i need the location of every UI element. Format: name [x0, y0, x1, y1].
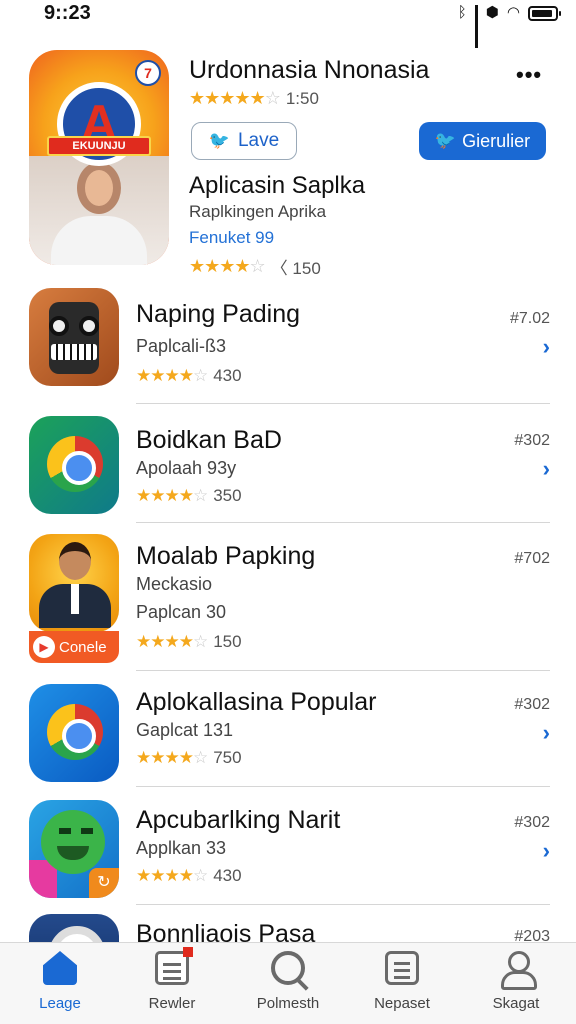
chevron-right-icon[interactable]: › [543, 720, 550, 746]
star-rating-icon: ★★★★☆ [136, 486, 208, 505]
robot-app-icon[interactable] [29, 288, 119, 386]
app-rating: ★★★★☆ 750 [136, 748, 242, 767]
chevron-right-icon[interactable]: › [543, 334, 550, 360]
bluetooth-icon: ᛒ [457, 4, 467, 21]
person-app-icon[interactable] [29, 534, 119, 632]
love-button-label: Lave [237, 130, 280, 151]
location-icon: ⬢ [485, 4, 499, 21]
app-subtitle-secondary: Paplcan 30 [136, 602, 227, 622]
app-subtitle: Paplcali-ß3 [136, 336, 227, 356]
app-rank: #7.02 [509, 310, 550, 327]
tab-bar: Leage Rewler Polmesth Nepaset Skagat [0, 942, 576, 1024]
divider [136, 670, 550, 671]
app-rating: ★★★★☆ 150 [136, 632, 242, 651]
tab-search[interactable]: Polmesth [238, 951, 338, 1012]
featured-rating-secondary: ★★★★☆ 〈 150 [189, 254, 321, 279]
app-rank: #302 [514, 696, 550, 713]
person-photo [29, 156, 169, 265]
star-rating-icon: ★★★★☆ [136, 866, 208, 885]
apps-icon [385, 951, 419, 985]
featured-app[interactable]: A EKUUNJU 7 Urdonnasia Nnonasia ••• ★★★★… [0, 50, 576, 280]
featured-link[interactable]: Fenuket 99 [189, 228, 274, 248]
brand-ribbon: EKUUNJU [47, 136, 151, 156]
featured-title: Urdonnasia Nnonasia [189, 56, 430, 84]
chevron-right-icon[interactable]: › [543, 838, 550, 864]
featured-developer: Raplkingen Aprika [189, 202, 327, 221]
app-rank: #302 [514, 432, 550, 449]
news-icon [155, 947, 193, 985]
tab-label: Polmesth [256, 995, 320, 1012]
tab-label: Skagat [492, 995, 540, 1012]
app-icon[interactable] [29, 914, 119, 942]
app-name: Apcubarlking Narit [136, 806, 341, 834]
app-rating: ★★★★☆ 430 [136, 866, 242, 885]
follow-button[interactable]: 🐦 Gierulier [419, 122, 546, 160]
app-name: Moalab Papking [136, 542, 316, 570]
app-rating: ★★★★☆ 430 [136, 366, 242, 385]
app-subtitle: Gaplcat 131 [136, 720, 234, 740]
play-icon: ▶ [33, 636, 55, 658]
tab-profile[interactable]: Skagat [466, 951, 566, 1012]
console-badge[interactable]: ▶ Conele [29, 631, 119, 663]
tab-label: Leage [39, 995, 81, 1012]
app-rating: ★★★★☆ 350 [136, 486, 242, 505]
app-subtitle: Apolaah 93y [136, 458, 237, 478]
tab-label: Nepaset [374, 995, 430, 1012]
rating-count: 1:50 [285, 88, 319, 108]
app-rank: #302 [514, 814, 550, 831]
status-bar: 9::23 ᛒ ⬢ ◠ [0, 0, 576, 48]
star-rating-icon: ★★★★☆ [136, 632, 208, 651]
home-icon [43, 951, 77, 985]
divider [136, 904, 550, 905]
star-rating-icon: ★★★★☆ [136, 366, 208, 385]
chrome-app-icon[interactable] [29, 416, 119, 514]
console-badge-label: Conele [59, 638, 107, 656]
divider [136, 403, 550, 404]
list-item[interactable]: Bonnliaois Pasa #203 [0, 914, 576, 942]
battery-icon [528, 5, 561, 21]
chevron-right-icon[interactable]: › [543, 456, 550, 482]
user-icon [499, 951, 537, 990]
divider [136, 786, 550, 787]
follow-button-label: Gierulier [462, 130, 531, 151]
tab-apps[interactable]: Nepaset [352, 951, 452, 1012]
love-button[interactable]: 🐦 Lave [191, 122, 297, 160]
app-name: Boidkan BaD [136, 426, 282, 454]
star-rating-icon: ★★★★★☆ [189, 88, 281, 108]
app-name: Aplokallasina Popular [136, 688, 377, 716]
tab-home[interactable]: Leage [10, 951, 110, 1012]
more-options-icon[interactable]: ••• [516, 62, 542, 88]
status-time: 9::23 [44, 2, 91, 24]
app-subtitle: Meckasio [136, 574, 213, 594]
monster-app-icon[interactable]: ↻ [29, 800, 119, 898]
app-subtitle: Applkan 33 [136, 838, 227, 858]
refresh-icon: ↻ [89, 868, 119, 898]
bird-icon: 🐦 [208, 131, 230, 150]
bird-icon: 🐦 [434, 131, 457, 150]
featured-rating: ★★★★★☆ 1:50 [189, 88, 319, 109]
divider [136, 522, 550, 523]
featured-app-icon[interactable]: A EKUUNJU 7 [29, 50, 169, 265]
app-name: Bonnliaois Pasa [136, 920, 316, 942]
chrome-app-icon[interactable] [29, 684, 119, 782]
featured-subtitle: Aplicasin Saplka [189, 172, 366, 199]
search-icon [271, 951, 305, 985]
star-rating-icon: ★★★★☆ [136, 748, 208, 767]
tab-label: Rewler [148, 995, 196, 1012]
app-name: Naping Pading [136, 300, 301, 328]
star-rating-icon: ★★★★☆ [189, 256, 266, 276]
app-rank: #203 [514, 928, 550, 942]
notification-dot [183, 947, 193, 957]
tab-news[interactable]: Rewler [122, 947, 222, 1012]
wifi-icon: ◠ [506, 4, 520, 21]
signal-icon [474, 5, 478, 48]
app-rank: #702 [514, 550, 550, 567]
status-icons: ᛒ ⬢ ◠ [457, 4, 561, 48]
rating-count: 〈 150 [270, 259, 321, 278]
corner-badge-icon: 7 [135, 60, 161, 86]
